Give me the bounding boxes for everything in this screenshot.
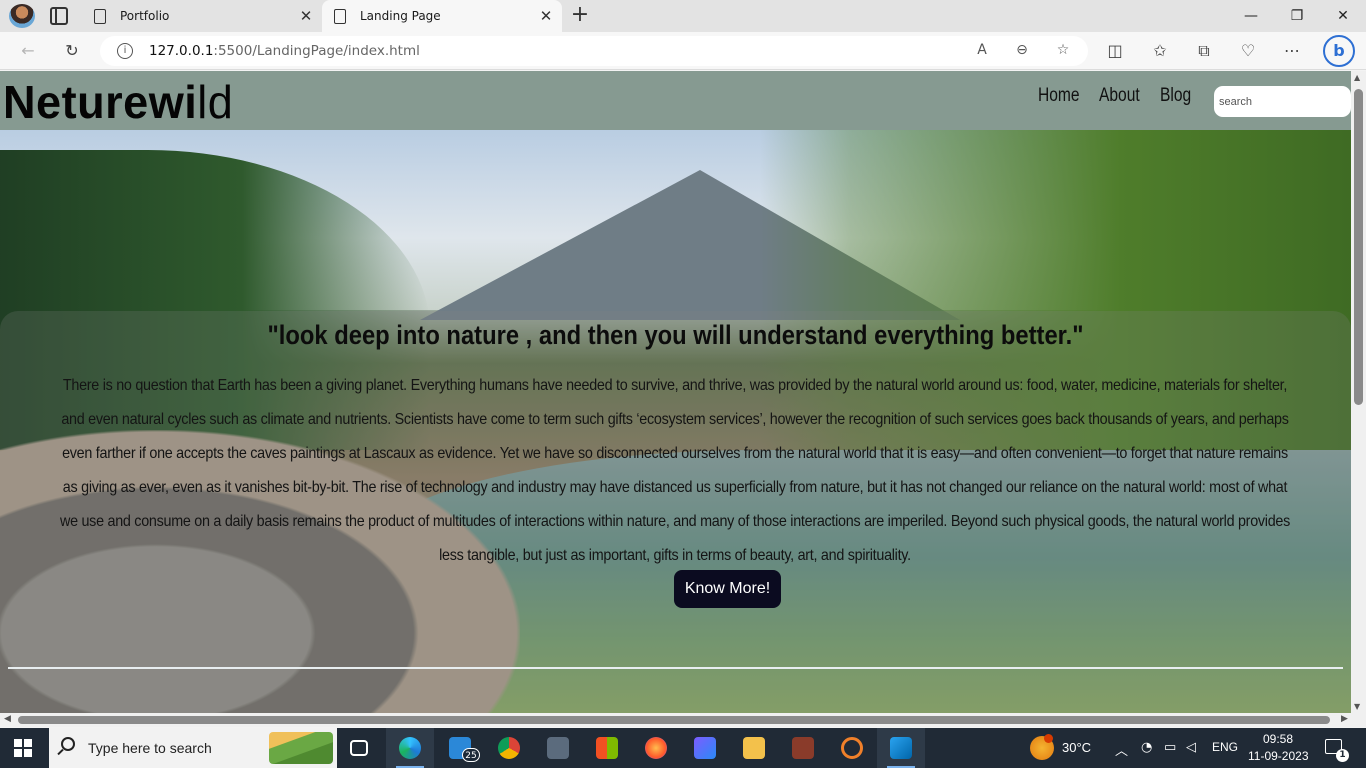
scroll-up-arrow-icon[interactable]: ▲ [1354,73,1360,82]
taskbar-firefox-app[interactable] [632,728,680,768]
hero-quote: "look deep into nature , and then you wi… [267,320,1084,350]
close-tab-icon[interactable]: ✕ [534,7,558,25]
battery-icon[interactable]: ▭ [1164,740,1176,755]
nav-home-link[interactable]: Home [1038,85,1080,107]
url-text[interactable]: 127.0.0.1:5500/LandingPage/index.html [149,43,420,59]
url-path: :5500/LandingPage/index.html [213,43,420,59]
collections-icon[interactable]: ⧉ [1190,37,1218,65]
network-icon[interactable]: ◔ [1141,740,1152,755]
scroll-right-arrow-icon[interactable]: ▶ [1341,714,1348,724]
tab-portfolio[interactable]: Portfolio ✕ [82,0,322,32]
vertical-scroll-thumb[interactable] [1354,89,1363,405]
url-host: 127.0.0.1 [149,43,214,59]
page-icon [94,8,106,24]
address-bar[interactable]: i 127.0.0.1:5500/LandingPage/index.html … [100,36,1088,66]
taskbar-file-explorer-app[interactable] [730,728,778,768]
new-tab-button[interactable]: + [568,2,592,30]
weather-alert-icon [1044,734,1053,743]
task-view-button[interactable] [337,728,385,768]
restore-button[interactable]: ❐ [1274,0,1320,32]
know-more-button[interactable]: Know More! [674,570,781,608]
chevron-up-icon[interactable]: ︿ [1115,740,1128,759]
taskbar-vscode-app[interactable] [877,728,925,768]
automation-icon [694,737,716,759]
logo-bold: Neturewi [3,76,198,128]
store-icon [596,737,618,759]
taskbar-chrome-app[interactable] [485,728,533,768]
weather-temperature[interactable]: 30°C [1062,740,1091,755]
volume-icon[interactable]: ◁ [1186,740,1196,755]
taskbar-search-box[interactable]: Type here to search [49,728,337,768]
tab-actions-icon[interactable] [50,7,68,25]
horizontal-scroll-thumb[interactable] [18,716,1330,724]
section-divider [8,667,1343,669]
taskbar-store-app[interactable] [583,728,631,768]
firefox-icon [645,737,667,759]
task-view-icon [350,740,368,756]
clock-date[interactable]: 11-09-2023 [1248,749,1309,763]
search-icon [61,737,75,751]
favorite-star-icon[interactable]: ☆ [1053,42,1073,62]
close-tab-icon[interactable]: ✕ [294,7,318,25]
web-page: Neturewild Home About Blog "look deep in… [0,71,1351,713]
scroll-left-arrow-icon[interactable]: ◀ [4,714,11,724]
split-screen-icon[interactable]: ◫ [1101,37,1129,65]
back-arrow-icon[interactable]: ← [14,37,42,65]
favorites-icon[interactable]: ✩ [1146,37,1174,65]
horizontal-scrollbar[interactable]: ◀ ▶ [0,713,1366,727]
taskbar-ide-app[interactable] [828,728,876,768]
nav-blog-link[interactable]: Blog [1160,85,1191,107]
browser-essentials-icon[interactable]: ♡ [1234,37,1262,65]
zoom-out-icon[interactable]: ⊖ [1012,42,1032,62]
browser-tab-strip: Portfolio ✕ Landing Page ✕ + — ❐ ✕ [0,0,1366,32]
taskbar-search-placeholder: Type here to search [88,740,212,756]
ide-icon [841,737,863,759]
mail-unread-badge: 25 [462,748,480,762]
refresh-icon[interactable]: ↻ [58,37,86,65]
logo-light: ld [197,76,234,128]
hero-body-text: There is no question that Earth has been… [59,377,1291,564]
taskbar-camera-app[interactable] [534,728,582,768]
vscode-icon [890,737,912,759]
language-indicator[interactable]: ENG [1212,740,1238,754]
taskbar-edge-app[interactable] [386,728,434,768]
taskbar-mail-app[interactable]: 25 [436,728,484,768]
read-aloud-icon[interactable]: A [972,42,992,62]
folder-icon [743,737,765,759]
archive-icon [792,737,814,759]
camera-icon [547,737,569,759]
profile-avatar[interactable] [9,4,35,28]
tab-title: Portfolio [120,9,170,23]
tab-landing-page[interactable]: Landing Page ✕ [322,0,562,32]
site-logo[interactable]: Neturewild [3,74,233,130]
clock-time[interactable]: 09:58 [1263,732,1293,746]
close-window-button[interactable]: ✕ [1320,0,1366,32]
taskbar-winrar-app[interactable] [779,728,827,768]
page-icon [334,8,346,24]
bing-copilot-icon[interactable]: b [1323,35,1355,67]
tab-title: Landing Page [360,9,441,23]
vertical-scrollbar[interactable]: ▲ ▼ [1351,71,1366,713]
site-info-icon[interactable]: i [117,43,133,59]
site-search-input[interactable] [1214,86,1351,117]
minimize-button[interactable]: — [1228,0,1274,32]
search-highlight-image[interactable] [269,732,333,764]
more-menu-icon[interactable]: ⋯ [1278,37,1306,65]
hero-section: "look deep into nature , and then you wi… [0,130,1351,713]
windows-start-icon[interactable] [14,739,32,757]
nav-about-link[interactable]: About [1099,85,1140,107]
scroll-down-arrow-icon[interactable]: ▼ [1354,702,1360,711]
notification-count-badge: 1 [1336,749,1349,762]
chrome-icon [498,737,520,759]
site-navbar: Neturewild Home About Blog [0,71,1351,130]
taskbar-powerautomate-app[interactable] [681,728,729,768]
browser-toolbar: ← ↻ i 127.0.0.1:5500/LandingPage/index.h… [0,32,1366,70]
edge-icon [399,737,421,759]
windows-taskbar: Type here to search 25 30°C ︿ ◔ ▭ ◁ ENG … [0,728,1366,768]
